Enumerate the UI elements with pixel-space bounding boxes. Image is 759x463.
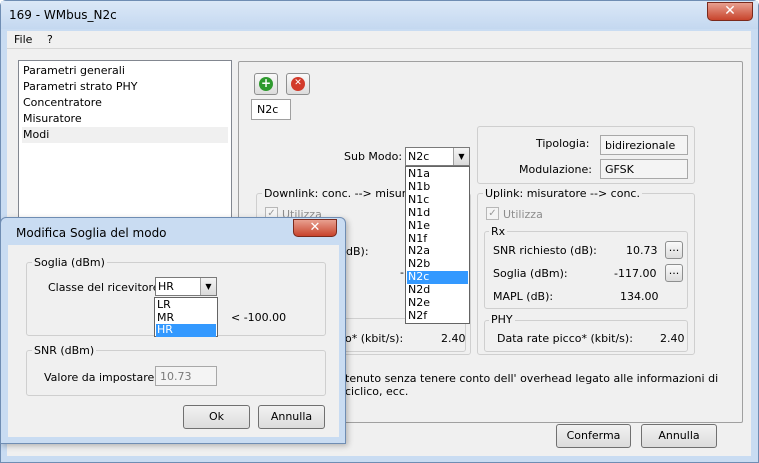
snr-richiesto-label: SNR richiesto (dB):: [493, 244, 597, 257]
chevron-down-icon[interactable]: ▼: [453, 148, 469, 165]
submode-option[interactable]: N1b: [407, 180, 468, 194]
submode-option[interactable]: N2a: [407, 245, 468, 258]
confirm-button[interactable]: Conferma: [556, 424, 631, 448]
modulazione-field: GFSK: [600, 159, 688, 179]
tipologia-field: bidirezionale: [600, 135, 688, 155]
valore-field[interactable]: 10.73: [155, 366, 217, 386]
mapl-label: MAPL (dB):: [493, 290, 554, 303]
mapl-value: 134.00: [620, 290, 659, 303]
soglia-edit-button[interactable]: ...: [665, 264, 683, 282]
menu-file[interactable]: File: [14, 33, 32, 46]
close-icon: ✕: [309, 220, 321, 235]
footnote-line-2: ciclico, ecc.: [345, 385, 409, 398]
menu-bar: File ?: [7, 31, 751, 49]
uplink-title: Uplink: misuratore --> conc.: [483, 187, 642, 200]
submode-label: Sub Modo:: [344, 150, 403, 163]
window-close-button[interactable]: ✕: [707, 2, 753, 21]
classe-select[interactable]: HR ▼: [155, 277, 217, 296]
classe-dropdown[interactable]: LR MR HR: [154, 297, 218, 337]
submode-option[interactable]: N1d: [407, 206, 468, 220]
downlink-rate-value: 2.40: [441, 332, 466, 345]
add-icon: +: [259, 76, 273, 91]
main-cancel-button[interactable]: Annulla: [641, 424, 717, 448]
submode-option[interactable]: N1e: [407, 219, 468, 233]
submode-option[interactable]: N2f: [407, 309, 468, 323]
downlink-dash: -: [400, 266, 404, 279]
uplink-utilizza-label: Utilizza: [503, 208, 543, 221]
submode-value: N2c: [408, 150, 430, 163]
classe-option[interactable]: HR: [156, 323, 216, 337]
menu-help[interactable]: ?: [47, 33, 53, 46]
mode-tab[interactable]: N2c: [251, 99, 291, 120]
modulazione-label: Modulazione:: [519, 163, 592, 176]
nav-item-parametri-phy[interactable]: Parametri strato PHY: [22, 79, 228, 95]
submode-option[interactable]: N1f: [407, 232, 468, 246]
dialog-soglia-title: Soglia (dBm): [32, 256, 107, 269]
nav-item-parametri-generali[interactable]: Parametri generali: [22, 63, 228, 79]
downlink-db-label: dB):: [346, 245, 369, 258]
snr-edit-button[interactable]: ...: [665, 241, 683, 259]
uplink-rate-label: Data rate picco* (kbit/s):: [497, 332, 633, 345]
rx-title: Rx: [489, 225, 508, 238]
close-icon: ✕: [724, 3, 736, 19]
window-title: 169 - WMbus_N2c: [9, 8, 117, 22]
classe-value: HR: [158, 280, 174, 293]
dialog-title: Modifica Soglia del modo: [16, 226, 167, 240]
dialog-ok-button[interactable]: Ok: [183, 405, 250, 429]
submode-option[interactable]: N2e: [407, 296, 468, 310]
dialog-snr-title: SNR (dBm): [32, 344, 97, 357]
soglia-label: Soglia (dBm):: [493, 267, 568, 280]
uplink-rate-value: 2.40: [660, 332, 685, 345]
submode-option[interactable]: N2d: [407, 283, 468, 297]
tipologia-label: Tipologia:: [536, 137, 590, 150]
downlink-rate-label: o* (kbit/s):: [345, 332, 404, 345]
title-bar[interactable]: 169 - WMbus_N2c: [1, 1, 758, 29]
soglia-value: -117.00: [614, 267, 657, 280]
dialog-cancel-button[interactable]: Annulla: [258, 405, 325, 429]
delete-icon: ✕: [291, 77, 305, 91]
submode-select[interactable]: N2c ▼: [405, 147, 470, 166]
threshold-text: < -100.00: [231, 311, 287, 324]
chevron-down-icon[interactable]: ▼: [200, 278, 216, 295]
submode-option[interactable]: N1a: [407, 167, 468, 181]
delete-mode-button[interactable]: ✕: [286, 73, 310, 95]
submode-dropdown[interactable]: N1a N1b N1c N1d N1e N1f N2a N2b N2c N2d N2e N2f: [405, 166, 470, 324]
submode-option[interactable]: N1c: [407, 193, 468, 207]
phy-title: PHY: [489, 313, 515, 326]
submode-option[interactable]: N2c: [407, 270, 468, 284]
classe-label: Classe del ricevitore:: [48, 281, 164, 294]
nav-item-concentratore[interactable]: Concentratore: [22, 95, 228, 111]
snr-richiesto-value: 10.73: [626, 244, 658, 257]
add-mode-button[interactable]: +: [254, 73, 278, 95]
submode-option[interactable]: N2b: [407, 257, 468, 271]
nav-item-modi[interactable]: Modi: [22, 127, 228, 143]
nav-item-misuratore[interactable]: Misuratore: [22, 111, 228, 127]
dialog-close-button[interactable]: ✕: [293, 219, 337, 237]
uplink-utilizza-checkbox[interactable]: ✓: [486, 207, 499, 220]
valore-label: Valore da impostare:: [44, 371, 158, 384]
footnote-line-1: tenuto senza tenere conto dell' overhead…: [345, 372, 719, 385]
classe-option[interactable]: LR: [156, 298, 216, 312]
